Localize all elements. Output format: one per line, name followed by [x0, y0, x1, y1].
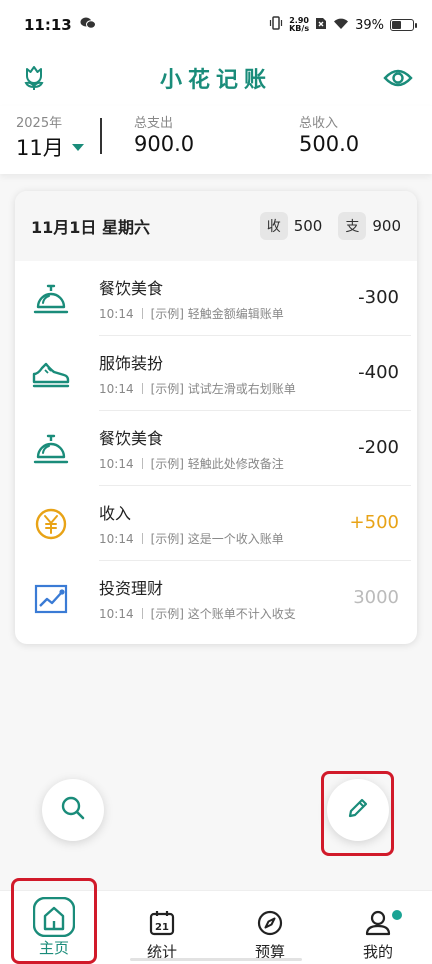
transaction-time: 10:14	[99, 532, 134, 546]
status-right: 2.90 KB/s 39%	[269, 16, 417, 34]
transaction-meta[interactable]: 10:14 [示例] 这个账单不计入收支	[99, 605, 296, 622]
transaction-row[interactable]: 餐饮美食 10:14 [示例] 轻触此处修改备注 -200	[15, 411, 417, 486]
battery-percent: 39%	[355, 17, 384, 33]
transaction-body: 服饰装扮 10:14 [示例] 试试左滑或右划账单 -400	[99, 336, 411, 411]
summary-year: 2025年	[16, 116, 63, 131]
nav-budget[interactable]: 预算	[216, 891, 324, 964]
income-total: 500.0	[299, 132, 360, 156]
calendar-icon: 21	[148, 909, 176, 937]
notification-dot	[392, 910, 402, 920]
transaction-amount[interactable]: -300	[358, 287, 399, 308]
dining-bell-icon	[31, 429, 71, 469]
day-expense-key: 支	[338, 212, 367, 240]
highlight-add-record	[321, 771, 394, 856]
transaction-note: [示例] 这是一个收入账单	[150, 532, 284, 546]
transaction-row[interactable]: 收入 10:14 [示例] 这是一个收入账单 +500	[15, 486, 417, 561]
transaction-body: 投资理财 10:14 [示例] 这个账单不计入收支 3000	[99, 561, 411, 636]
sneaker-icon	[31, 354, 71, 394]
net-speed-unit: KB/s	[289, 24, 310, 33]
search-icon	[60, 795, 86, 825]
transaction-category: 投资理财	[99, 579, 164, 598]
transaction-note: [示例] 轻触此处修改备注	[150, 457, 284, 471]
eye-icon[interactable]	[382, 62, 414, 94]
nav-stats[interactable]: 21 统计	[108, 891, 216, 964]
day-date: 11月1日 星期六	[31, 218, 150, 237]
status-left: 11:13	[24, 16, 96, 34]
transaction-time: 10:14	[99, 457, 134, 471]
income-label: 总收入	[299, 116, 339, 131]
transaction-meta[interactable]: 10:14 [示例] 轻触金额编辑账单	[99, 305, 284, 322]
transaction-meta[interactable]: 10:14 [示例] 轻触此处修改备注	[99, 455, 284, 472]
highlight-home	[11, 878, 97, 964]
month-summary: 2025年 11月 总支出 900.0 总收入 500.0	[0, 106, 432, 174]
transaction-time: 10:14	[99, 307, 134, 321]
day-income-key: 收	[259, 212, 288, 240]
transaction-note: [示例] 轻触金额编辑账单	[150, 307, 284, 321]
transaction-row[interactable]: 服饰装扮 10:14 [示例] 试试左滑或右划账单 -400	[15, 336, 417, 411]
transaction-time: 10:14	[99, 607, 134, 621]
search-button[interactable]	[42, 779, 104, 841]
transaction-amount[interactable]: -400	[358, 362, 399, 383]
transaction-amount[interactable]: 3000	[353, 587, 399, 608]
gesture-bar	[130, 958, 302, 961]
user-icon	[364, 909, 392, 937]
transaction-row[interactable]: 投资理财 10:14 [示例] 这个账单不计入收支 3000	[15, 561, 417, 636]
transaction-row[interactable]: 餐饮美食 10:14 [示例] 轻触金额编辑账单 -300	[15, 261, 417, 336]
nav-mine-label: 我的	[362, 943, 393, 961]
transaction-body: 餐饮美食 10:14 [示例] 轻触金额编辑账单 -300	[99, 261, 411, 336]
transaction-category: 餐饮美食	[99, 279, 164, 298]
expense-label: 总支出	[134, 116, 174, 131]
wechat-icon	[80, 16, 96, 34]
caret-down-icon	[71, 143, 84, 151]
day-card-header: 11月1日 星期六 收 500 支 900	[15, 191, 417, 261]
summary-divider	[100, 118, 102, 154]
day-income-value: 500	[293, 217, 323, 235]
battery-icon	[390, 19, 417, 31]
transaction-time: 10:14	[99, 382, 134, 396]
calendar-day: 21	[155, 922, 169, 933]
vibrate-icon	[269, 16, 283, 34]
net-speed: 2.90 KB/s	[289, 17, 309, 33]
nav-mine[interactable]: 我的	[324, 891, 432, 964]
sim-off-icon	[315, 16, 327, 34]
month-selector[interactable]: 11月	[16, 132, 84, 162]
status-bar: 11:13 2.90 KB/s 39%	[0, 0, 432, 50]
compass-icon	[256, 909, 284, 937]
transaction-meta[interactable]: 10:14 [示例] 这是一个收入账单	[99, 530, 284, 547]
day-expense-value: 900	[372, 217, 401, 235]
wifi-icon	[333, 17, 349, 34]
transaction-amount[interactable]: +500	[350, 512, 399, 533]
day-card: 11月1日 星期六 收 500 支 900 餐饮美食 10:14 [示例] 轻触金…	[15, 191, 417, 644]
battery-fill	[392, 21, 401, 29]
transaction-meta[interactable]: 10:14 [示例] 试试左滑或右划账单	[99, 380, 296, 397]
app-header: 小花记账	[0, 50, 432, 106]
expense-total: 900.0	[134, 132, 195, 156]
summary-month: 11月	[16, 136, 64, 160]
transaction-body: 收入 10:14 [示例] 这是一个收入账单 +500	[99, 486, 411, 561]
transaction-category: 餐饮美食	[99, 429, 164, 448]
transaction-category: 服饰装扮	[99, 354, 164, 373]
investment-chart-icon	[31, 579, 71, 619]
transaction-amount[interactable]: -200	[358, 437, 399, 458]
yen-coin-icon	[31, 504, 71, 544]
app-title: 小花记账	[159, 67, 272, 93]
transaction-note: [示例] 这个账单不计入收支	[150, 607, 296, 621]
transaction-note: [示例] 试试左滑或右划账单	[150, 382, 296, 396]
flower-icon[interactable]	[18, 62, 50, 94]
transaction-body: 餐饮美食 10:14 [示例] 轻触此处修改备注 -200	[99, 411, 411, 486]
day-totals: 收 500 支 900	[259, 212, 401, 240]
status-time: 11:13	[24, 16, 72, 34]
dining-bell-icon	[31, 279, 71, 319]
transaction-category: 收入	[99, 504, 132, 523]
